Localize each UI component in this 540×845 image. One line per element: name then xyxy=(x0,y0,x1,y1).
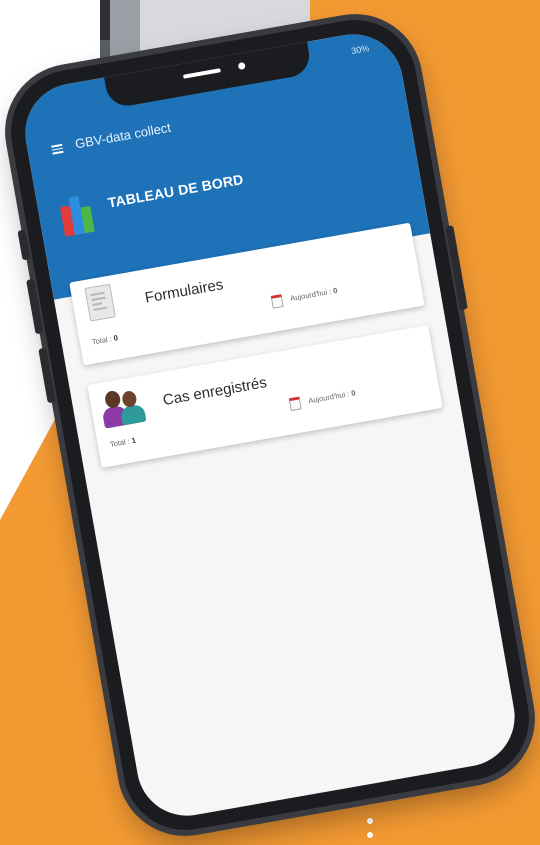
card-total-count: Total : 0 xyxy=(91,333,118,346)
calendar-icon xyxy=(270,294,284,309)
phone-volume-up-button xyxy=(26,278,44,335)
card-total-count: Total : 1 xyxy=(109,436,136,449)
camera-icon xyxy=(237,61,246,71)
today-label: Aujourd'hui : xyxy=(307,389,351,406)
today-label: Aujourd'hui : xyxy=(289,286,332,303)
phone-side-button xyxy=(17,229,31,261)
total-label: Total : xyxy=(109,436,131,450)
total-value: 1 xyxy=(130,435,137,446)
card-title: Formulaires xyxy=(143,276,225,307)
grey-background-edge xyxy=(100,0,110,40)
calendar-icon xyxy=(288,396,302,412)
page-title: TABLEAU DE BORD xyxy=(106,171,245,211)
form-document-icon xyxy=(84,283,116,322)
people-icon xyxy=(99,384,149,429)
today-value: 0 xyxy=(332,285,339,296)
decorative-dot xyxy=(367,818,373,824)
card-today-count: Aujourd'hui : 0 xyxy=(270,284,339,309)
card-title: Cas enregistrés xyxy=(161,374,269,410)
total-value: 0 xyxy=(112,333,119,343)
total-label: Total : xyxy=(91,334,113,347)
menu-icon[interactable] xyxy=(51,143,64,155)
phone-volume-down-button xyxy=(38,347,56,404)
app-title: GBV-data collect xyxy=(73,119,172,152)
speaker-icon xyxy=(182,68,221,79)
decorative-dot xyxy=(367,832,373,838)
status-bar-battery: 30% xyxy=(350,43,370,57)
card-today-count: Aujourd'hui : 0 xyxy=(288,387,357,412)
today-value: 0 xyxy=(350,388,357,398)
bar-chart-icon xyxy=(59,192,105,237)
